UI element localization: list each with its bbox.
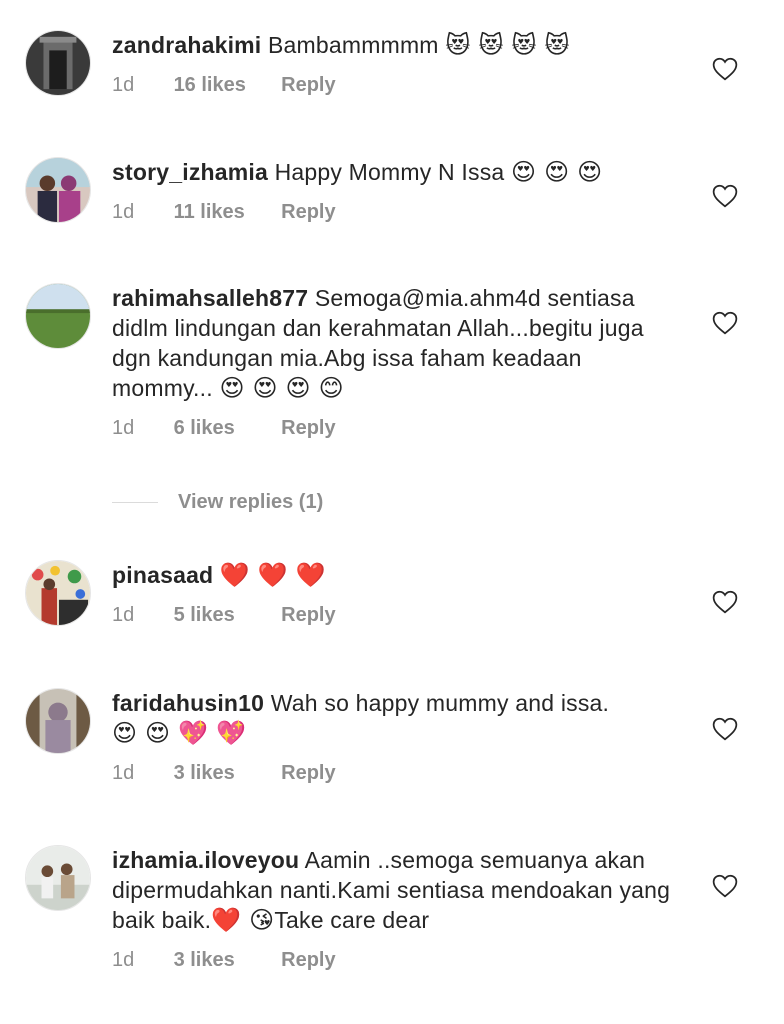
likes-count[interactable]: 3 likes [174, 762, 276, 785]
username[interactable]: izhamia.iloveyou [112, 847, 299, 873]
reply-button[interactable]: Reply [281, 201, 335, 224]
comment-emoji: 😍 😍 😍 😊 [219, 374, 344, 402]
comment-body: izhamia.iloveyou Aamin ..semoga semuanya… [112, 845, 672, 972]
heart-icon[interactable] [712, 874, 738, 900]
comment-emoji: ❤️ 😘 [211, 906, 275, 934]
comment-meta: 1d 16 likes Reply [112, 74, 672, 97]
comment-meta: 1d 5 likes Reply [112, 604, 672, 627]
username[interactable]: pinasaad [112, 562, 213, 588]
comment-text: faridahusin10 Wah so happy mummy and iss… [112, 688, 672, 748]
username[interactable]: faridahusin10 [112, 690, 264, 716]
avatar[interactable] [25, 283, 91, 349]
comment-emoji: ❤️ ❤️ ❤️ [219, 561, 326, 589]
comment-body: faridahusin10 Wah so happy mummy and iss… [112, 688, 672, 785]
comment-content: Wah so happy mummy and issa. [270, 690, 610, 716]
timestamp: 1d [112, 417, 135, 439]
comment-body: zandrahakimi Bambammmmm 😻 😻 😻 😻 1d 16 li… [112, 30, 672, 97]
likes-count[interactable]: 5 likes [174, 604, 276, 627]
likes-count[interactable]: 11 likes [174, 201, 276, 224]
avatar[interactable] [25, 157, 91, 223]
comment-meta: 1d 6 likes Reply [112, 417, 672, 440]
comment-body: story_izhamia Happy Mommy N Issa 😍 😍 😍 1… [112, 157, 672, 224]
comment-emoji: 😻 😻 😻 😻 [445, 31, 570, 59]
reply-button[interactable]: Reply [281, 74, 335, 97]
view-replies-button[interactable]: View replies (1) [112, 488, 323, 516]
comment-text: izhamia.iloveyou Aamin ..semoga semuanya… [112, 845, 672, 935]
comment-text: zandrahakimi Bambammmmm 😻 😻 😻 😻 [112, 30, 672, 60]
heart-icon[interactable] [712, 311, 738, 337]
likes-count[interactable]: 6 likes [174, 417, 276, 440]
heart-icon[interactable] [712, 590, 738, 616]
reply-button[interactable]: Reply [281, 604, 335, 627]
comment-content: Bambammmmm [268, 32, 439, 58]
username[interactable]: zandrahakimi [112, 32, 261, 58]
comment-content-end: Take care dear [274, 907, 430, 933]
comment-emoji: 😍 😍 💖 💖 [112, 719, 247, 747]
comment-text: pinasaad ❤️ ❤️ ❤️ [112, 560, 672, 590]
avatar[interactable] [25, 560, 91, 626]
comment-text: story_izhamia Happy Mommy N Issa 😍 😍 😍 [112, 157, 672, 187]
reply-button[interactable]: Reply [281, 762, 335, 785]
reply-button[interactable]: Reply [281, 949, 335, 972]
timestamp: 1d [112, 201, 135, 223]
likes-count[interactable]: 16 likes [174, 74, 276, 97]
avatar[interactable] [25, 688, 91, 754]
comment-meta: 1d 3 likes Reply [112, 949, 672, 972]
comment-emoji: 😍 😍 😍 [511, 158, 603, 186]
divider [112, 501, 158, 503]
timestamp: 1d [112, 74, 135, 96]
reply-button[interactable]: Reply [281, 417, 335, 440]
comment-body: pinasaad ❤️ ❤️ ❤️ 1d 5 likes Reply [112, 560, 672, 627]
heart-icon[interactable] [712, 184, 738, 210]
timestamp: 1d [112, 949, 135, 971]
username[interactable]: rahimahsalleh877 [112, 285, 308, 311]
avatar[interactable] [25, 845, 91, 911]
heart-icon[interactable] [712, 57, 738, 83]
comment-meta: 1d 3 likes Reply [112, 762, 672, 785]
comment-text: rahimahsalleh877 Semoga@mia.ahm4d sentia… [112, 283, 672, 403]
username[interactable]: story_izhamia [112, 159, 268, 185]
heart-icon[interactable] [712, 717, 738, 743]
comment-content: Happy Mommy N Issa [274, 159, 505, 185]
view-replies-label: View replies (1) [178, 490, 324, 513]
avatar[interactable] [25, 30, 91, 96]
comment-meta: 1d 11 likes Reply [112, 201, 672, 224]
likes-count[interactable]: 3 likes [174, 949, 276, 972]
comment-body: rahimahsalleh877 Semoga@mia.ahm4d sentia… [112, 283, 672, 440]
timestamp: 1d [112, 762, 135, 784]
timestamp: 1d [112, 604, 135, 626]
